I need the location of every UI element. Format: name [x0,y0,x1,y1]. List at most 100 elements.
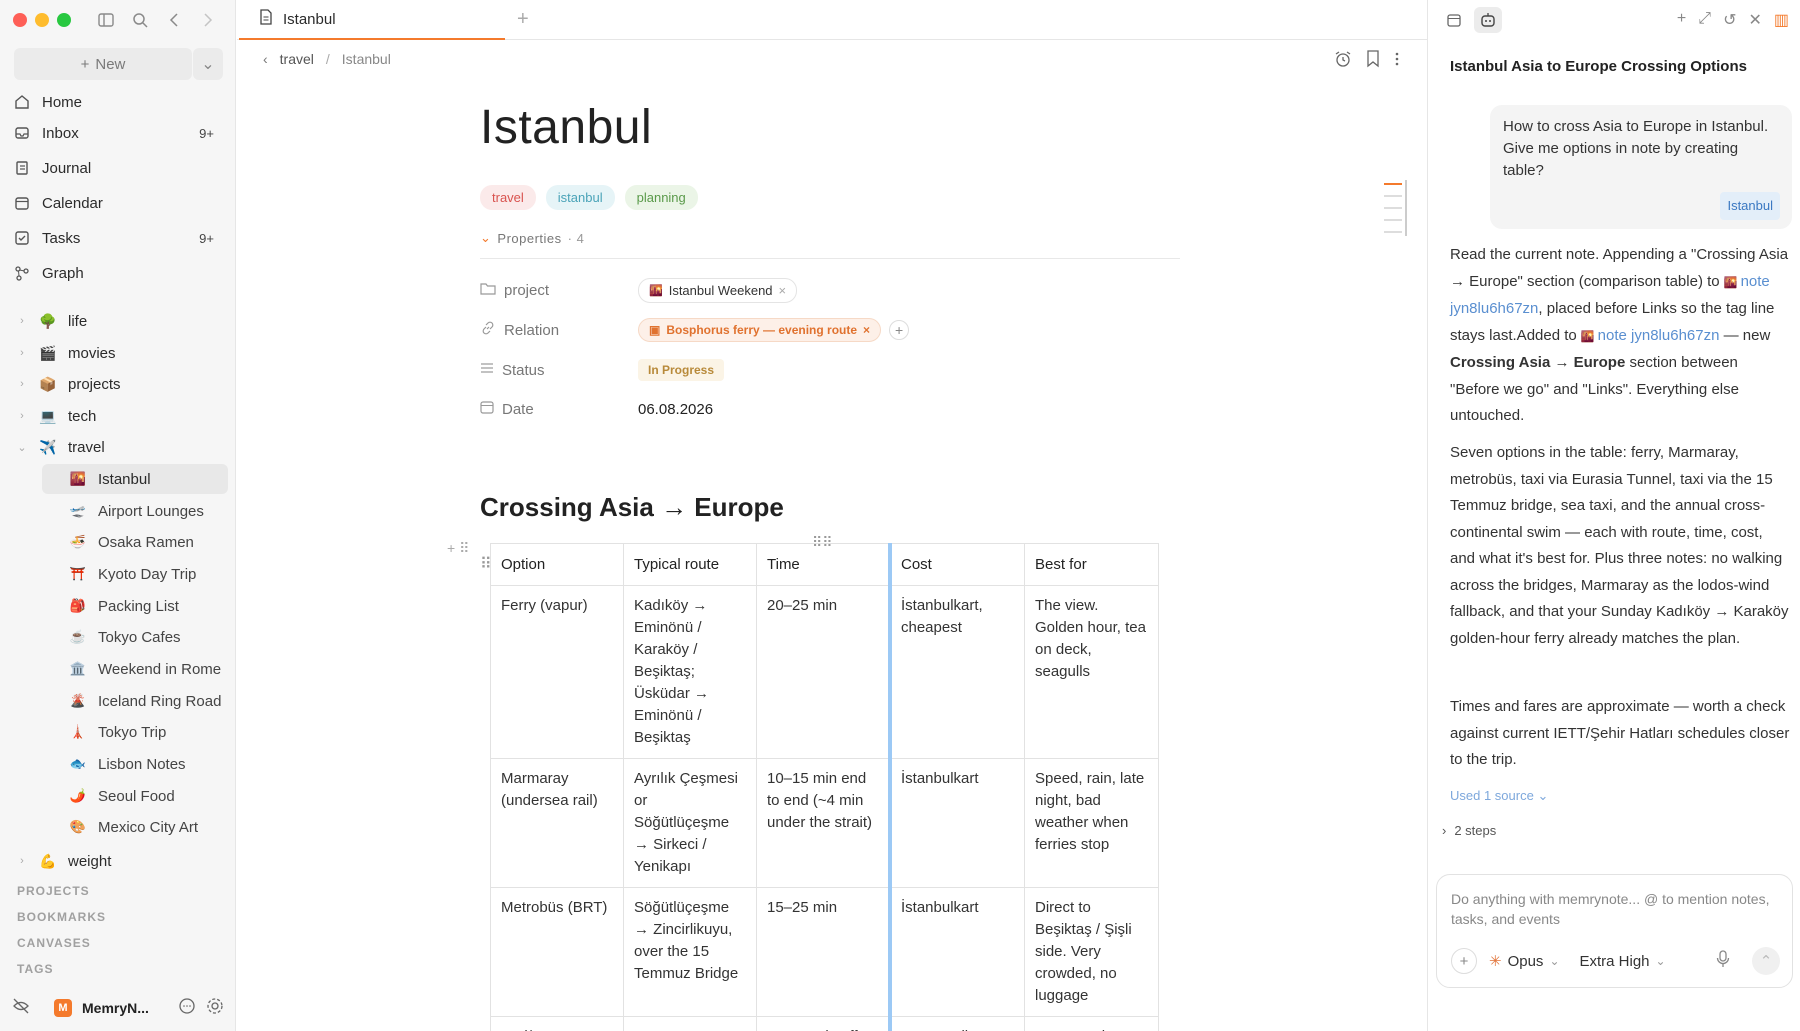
table-cell[interactable]: Ayrılık Çeşmesi or Söğütlüçeşme → Sirkec… [623,758,757,888]
status-badge[interactable]: In Progress [638,359,725,381]
forward-icon[interactable] [196,9,220,31]
chevron-right-icon[interactable]: › [14,347,30,359]
table-cell[interactable]: Metrobüs (BRT) [490,887,624,1017]
eye-off-icon[interactable] [12,998,30,1019]
table-cell[interactable]: İstanbulkart [890,887,1025,1017]
folder-weight[interactable]: › 💪 weight [14,846,111,876]
outline-item[interactable] [1384,195,1402,197]
add-relation-button[interactable]: + [889,320,910,340]
sidebar-item-journal[interactable]: Journal [8,152,228,184]
section-tags[interactable]: TAGS [17,962,53,976]
section-bookmarks[interactable]: BOOKMARKS [17,910,106,924]
back-icon[interactable]: ‹ [263,51,268,67]
table-cell[interactable]: 10–15 min end to end (~4 min under the s… [756,758,891,888]
calendar-panel-tab[interactable] [1440,7,1468,33]
table-cell[interactable]: Ferry (vapur) [490,585,624,759]
plus-icon[interactable]: + [447,540,455,556]
panel-toggle-icon[interactable]: ▥ [1774,10,1789,30]
model-selector[interactable]: ✳ Opus ⌄ [1489,952,1560,971]
chevron-right-icon[interactable]: › [14,855,30,867]
remove-icon[interactable]: × [863,323,870,337]
note-mexico-city-art[interactable]: 🎨 Mexico City Art [42,812,228,842]
bookmark-icon[interactable] [1366,50,1380,73]
expand-icon[interactable]: ⤢ [1698,10,1711,30]
new-options-dropdown[interactable]: ⌄ [193,48,223,80]
note-airport-lounges[interactable]: 🛫 Airport Lounges [42,496,228,526]
table-cell[interactable]: 20–25 min [756,585,891,759]
table-cell[interactable]: İstanbulkart [890,758,1025,888]
note-iceland-ring-road[interactable]: 🌋 Iceland Ring Road [42,686,228,716]
folder-movies[interactable]: › 🎬 movies [14,338,115,368]
table-cell[interactable]: Speed, rain, late night, bad weather whe… [1024,758,1159,888]
table-cell[interactable]: İstanbulkart, cheapest [890,585,1025,759]
sidebar-item-inbox[interactable]: Inbox 9+ [8,117,228,149]
table-cell[interactable]: Göztepe → [623,1016,757,1031]
tag-planning[interactable]: planning [624,185,698,210]
used-source-toggle[interactable]: Used 1 source ⌄ [1450,788,1548,804]
section-projects[interactable]: PROJECTS [17,884,90,898]
new-note-button[interactable]: + New [14,48,192,80]
chevron-right-icon[interactable]: › [14,378,30,390]
sidebar-toggle-icon[interactable] [94,9,118,31]
tag-travel[interactable]: travel [480,185,536,210]
note-kyoto-day-trip[interactable]: ⛩️ Kyoto Day Trip [42,559,228,589]
chevron-down-icon[interactable]: ⌄ [14,441,30,454]
steps-toggle[interactable]: › 2 steps [1442,823,1496,838]
note-mention-badge[interactable]: Istanbul [1720,192,1780,220]
project-chip[interactable]: 🌇 Istanbul Weekend × [638,277,798,303]
document-outline[interactable] [1384,183,1402,243]
column-header[interactable]: Typical route [623,543,757,586]
table-cell[interactable]: Taxi/car [490,1016,624,1031]
minimize-window-button[interactable] [35,13,49,27]
tag-istanbul[interactable]: istanbul [545,185,615,210]
note-packing-list[interactable]: 🎒 Packing List [42,591,228,621]
attach-button[interactable]: + [1451,948,1477,974]
table-cell[interactable]: 15–25 min [756,887,891,1017]
breadcrumb-parent[interactable]: travel [280,51,314,67]
assistant-bot-tab[interactable] [1474,7,1502,33]
microphone-icon[interactable] [1716,950,1730,972]
folder-life[interactable]: › 🌳 life [14,306,87,336]
alarm-icon[interactable] [1334,50,1352,73]
outline-item[interactable] [1384,183,1402,185]
chat-input[interactable]: Do anything with memrynote... @ to menti… [1451,889,1778,929]
sidebar-item-tasks[interactable]: Tasks 9+ [8,222,228,254]
history-icon[interactable]: ↺ [1723,10,1736,30]
section-canvases[interactable]: CANVASES [17,936,91,950]
tab-istanbul[interactable]: Istanbul [239,0,505,40]
note-istanbul[interactable]: 🌇 Istanbul [42,464,228,494]
relation-chip[interactable]: ▣ Bosphorus ferry — evening route × [638,318,882,342]
table-cell[interactable]: Fare + toll [890,1016,1025,1031]
remove-icon[interactable]: × [779,283,787,298]
zoom-window-button[interactable] [57,13,71,27]
chevron-right-icon[interactable]: › [14,410,30,422]
note-tokyo-trip[interactable]: 🗼 Tokyo Trip [42,717,228,747]
note-weekend-in-rome[interactable]: 🏛️ Weekend in Rome [42,654,228,684]
column-header[interactable]: Best for [1024,543,1159,586]
note-lisbon-notes[interactable]: 🐟 Lisbon Notes [42,749,228,779]
outline-item[interactable] [1384,231,1402,233]
outline-item[interactable] [1384,207,1402,209]
drag-handle-icon[interactable]: ⠿ [459,540,469,556]
note-tokyo-cafes[interactable]: ☕ Tokyo Cafes [42,622,228,652]
chevron-right-icon[interactable]: › [14,315,30,327]
column-header[interactable]: Option [490,543,624,586]
folder-projects[interactable]: › 📦 projects [14,369,120,399]
date-value[interactable]: 06.08.2026 [638,401,713,418]
gear-icon[interactable] [206,997,224,1020]
more-icon[interactable] [1394,50,1400,73]
properties-toggle[interactable]: ⌄ Properties · 4 [480,230,584,246]
table-cell[interactable]: Söğütlüçeşme → Zincirlikuyu, over the 15… [623,887,757,1017]
column-header[interactable]: Time [756,543,891,586]
search-icon[interactable] [128,9,152,31]
column-header[interactable]: Cost [890,543,1025,586]
table-cell[interactable]: Kadıköy → Eminönü / Karaköy / Beşiktaş; … [623,585,757,759]
sidebar-item-calendar[interactable]: Calendar [8,187,228,219]
sidebar-item-home[interactable]: Home [8,86,228,118]
table-cell[interactable]: Luggage, late [1024,1016,1159,1031]
workspace-name[interactable]: MemryN... [82,1000,149,1016]
page-title[interactable]: Istanbul [480,100,652,155]
note-osaka-ramen[interactable]: 🍜 Osaka Ramen [42,527,228,557]
section-heading[interactable]: Crossing Asia → Europe [480,492,784,523]
column-resize-handle[interactable] [888,543,892,1031]
